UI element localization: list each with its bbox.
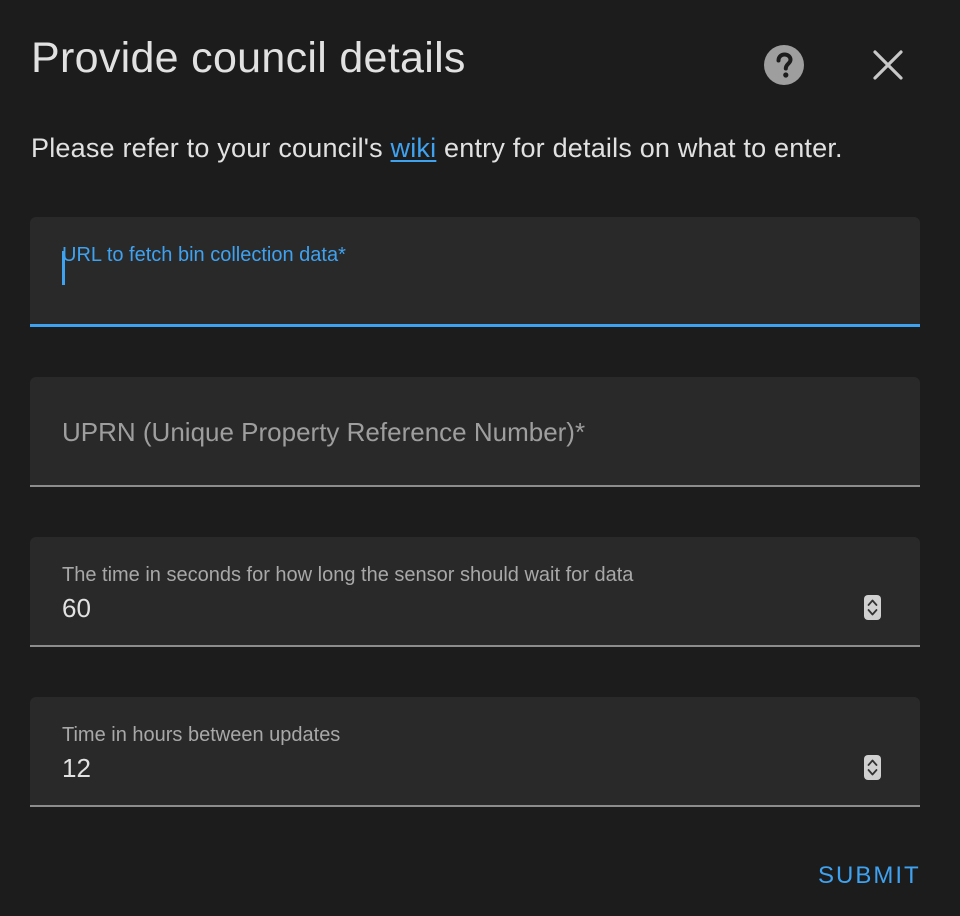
update-hours-field[interactable]: Time in hours between updates 12 bbox=[30, 697, 920, 807]
spinner-arrows-icon bbox=[867, 759, 878, 776]
description-text-before: Please refer to your council's bbox=[31, 133, 391, 163]
close-icon[interactable] bbox=[868, 45, 908, 85]
spinner-arrows-icon bbox=[867, 599, 878, 616]
update-hours-label: Time in hours between updates bbox=[62, 724, 341, 746]
submit-button[interactable]: SUBMIT bbox=[818, 862, 921, 890]
update-hours-spinner[interactable] bbox=[864, 755, 881, 780]
timeout-seconds-field[interactable]: The time in seconds for how long the sen… bbox=[30, 537, 920, 647]
close-x-icon bbox=[873, 50, 903, 80]
timeout-seconds-spinner[interactable] bbox=[864, 595, 881, 620]
help-circle-icon bbox=[764, 45, 804, 85]
update-hours-value: 12 bbox=[62, 753, 91, 783]
help-icon[interactable] bbox=[764, 45, 804, 85]
dialog-description: Please refer to your council's wiki entr… bbox=[31, 133, 843, 164]
council-details-dialog: Provide council details Please refer to … bbox=[0, 0, 960, 916]
url-field-label: URL to fetch bin collection data* bbox=[62, 244, 346, 266]
timeout-seconds-value: 60 bbox=[62, 593, 91, 623]
description-text-after: entry for details on what to enter. bbox=[436, 133, 843, 163]
wiki-link[interactable]: wiki bbox=[391, 133, 437, 163]
timeout-seconds-label: The time in seconds for how long the sen… bbox=[62, 564, 634, 586]
dialog-title: Provide council details bbox=[31, 34, 466, 82]
url-field[interactable]: URL to fetch bin collection data* bbox=[30, 217, 920, 327]
uprn-field[interactable]: UPRN (Unique Property Reference Number)* bbox=[30, 377, 920, 487]
uprn-field-label: UPRN (Unique Property Reference Number)* bbox=[62, 417, 586, 447]
